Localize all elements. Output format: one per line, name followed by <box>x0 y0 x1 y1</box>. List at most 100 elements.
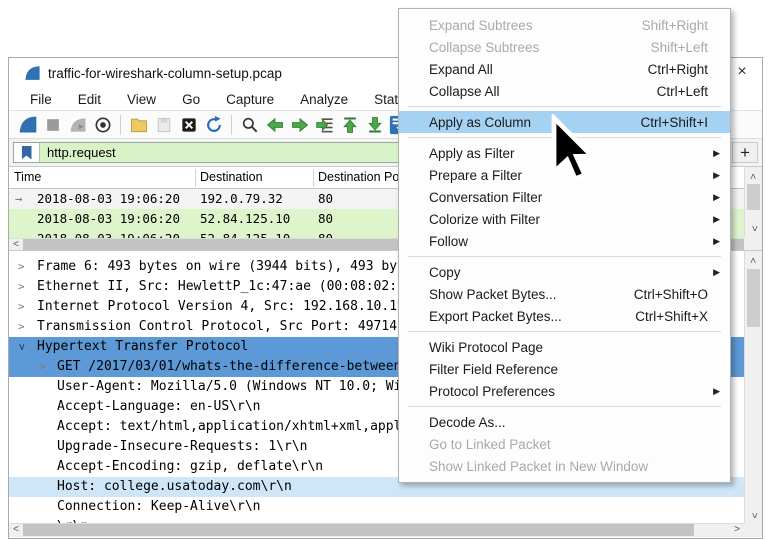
expand-chevron-icon[interactable]: > <box>18 277 25 297</box>
menu-item-shortcut: Ctrl+Shift+X <box>635 309 708 324</box>
menubar-capture[interactable]: Capture <box>213 92 287 107</box>
submenu-arrow-icon: ▶ <box>710 170 720 181</box>
menu-item-colorize-with-filter[interactable]: Colorize with Filter▶ <box>399 208 730 230</box>
menu-item-copy[interactable]: Copy▶ <box>399 261 730 283</box>
detail-text: User-Agent: Mozilla/5.0 (Windows NT 10.0… <box>57 379 409 394</box>
go-to-top-icon[interactable] <box>339 114 361 136</box>
menu-item-go-to-linked-packet: Go to Linked Packet <box>399 433 730 455</box>
detail-text: Transmission Control Protocol, Src Port:… <box>37 319 405 334</box>
menu-item-label: Copy <box>429 265 710 280</box>
menu-item-protocol-preferences[interactable]: Protocol Preferences▶ <box>399 380 730 402</box>
menu-item-show-packet-bytes[interactable]: Show Packet Bytes...Ctrl+Shift+O <box>399 283 730 305</box>
submenu-arrow-icon: ▶ <box>710 386 720 397</box>
column-header-destination[interactable]: Destination <box>200 170 263 184</box>
scroll-up-icon[interactable]: > <box>745 169 762 183</box>
scroll-down-icon[interactable]: > <box>745 508 762 522</box>
filter-value: http.request <box>40 145 116 160</box>
reload-icon[interactable] <box>203 114 225 136</box>
menubar-edit[interactable]: Edit <box>65 92 114 107</box>
details-hscrollbar[interactable]: < > <box>9 523 744 537</box>
menu-separator <box>408 256 721 257</box>
menubar-analyze[interactable]: Analyze <box>287 92 361 107</box>
menubar-file[interactable]: File <box>17 92 65 107</box>
go-back-icon[interactable] <box>264 114 286 136</box>
expand-chevron-icon[interactable]: > <box>18 297 25 317</box>
menu-item-shortcut: Ctrl+Shift+I <box>640 115 708 130</box>
menu-item-label: Follow <box>429 234 710 249</box>
menu-item-shortcut: Ctrl+Left <box>657 84 708 99</box>
find-packet-icon[interactable] <box>239 114 261 136</box>
menu-separator <box>408 106 721 107</box>
menu-item-label: Protocol Preferences <box>429 384 710 399</box>
column-divider[interactable] <box>195 169 196 187</box>
cell-destination: 52.84.125.10 <box>200 229 290 238</box>
go-forward-icon[interactable] <box>289 114 311 136</box>
vscroll-thumb[interactable] <box>747 184 760 210</box>
column-header-time[interactable]: Time <box>14 170 41 184</box>
packet-list-vscrollbar[interactable]: > > <box>744 167 762 237</box>
expand-chevron-icon[interactable]: > <box>18 317 25 337</box>
submenu-arrow-icon: ▶ <box>710 267 720 278</box>
menu-item-shortcut: Shift+Left <box>651 40 708 55</box>
window-title: traffic-for-wireshark-column-setup.pcap <box>48 66 282 81</box>
menu-item-label: Collapse Subtrees <box>429 40 651 55</box>
menu-item-expand-all[interactable]: Expand AllCtrl+Right <box>399 58 730 80</box>
cell-time: 2018-08-03 19:06:20 <box>37 229 180 238</box>
menu-separator <box>408 331 721 332</box>
mouse-cursor-icon <box>548 114 606 194</box>
menu-separator <box>408 406 721 407</box>
stop-capture-icon <box>42 114 64 136</box>
column-header-destination-port[interactable]: Destination Port <box>318 170 407 184</box>
menu-item-wiki-protocol-page[interactable]: Wiki Protocol Page <box>399 336 730 358</box>
scroll-up-icon[interactable]: > <box>745 253 762 267</box>
detail-text: Accept-Encoding: gzip, deflate\r\n <box>57 459 323 474</box>
expand-chevron-icon[interactable]: > <box>18 257 25 277</box>
cell-time: 2018-08-03 19:06:20 <box>37 189 180 209</box>
submenu-arrow-icon: ▶ <box>710 214 720 225</box>
menu-item-show-linked-packet-in-new-window: Show Linked Packet in New Window <box>399 455 730 477</box>
menu-item-label: Apply as Column <box>429 115 640 130</box>
menu-item-follow[interactable]: Follow▶ <box>399 230 730 252</box>
go-to-bottom-icon[interactable] <box>364 114 386 136</box>
menu-item-decode-as[interactable]: Decode As... <box>399 411 730 433</box>
close-file-icon[interactable] <box>178 114 200 136</box>
details-vscrollbar[interactable]: > > <box>744 251 762 524</box>
add-filter-button[interactable]: + <box>732 142 758 163</box>
cell-destination-port: 80 <box>318 229 333 238</box>
detail-text: GET /2017/03/01/whats-the-difference-bet… <box>57 359 409 374</box>
vscroll-thumb[interactable] <box>747 269 760 327</box>
menubar-view[interactable]: View <box>114 92 169 107</box>
menu-item-filter-field-reference[interactable]: Filter Field Reference <box>399 358 730 380</box>
close-window-icon[interactable]: × <box>733 62 751 82</box>
menu-item-export-packet-bytes[interactable]: Export Packet Bytes...Ctrl+Shift+X <box>399 305 730 327</box>
menu-item-shortcut: Ctrl+Shift+O <box>634 287 708 302</box>
menu-item-collapse-all[interactable]: Collapse AllCtrl+Left <box>399 80 730 102</box>
cell-destination: 192.0.79.32 <box>200 189 283 209</box>
column-divider[interactable] <box>313 169 314 187</box>
menu-item-label: Filter Field Reference <box>429 362 720 377</box>
toolbar-separator <box>231 115 232 135</box>
filter-bookmark-button[interactable] <box>14 143 40 162</box>
scroll-left-icon[interactable]: < <box>9 524 23 536</box>
detail-text: Host: college.usatoday.com\r\n <box>57 479 292 494</box>
scroll-left-icon[interactable]: < <box>9 239 23 250</box>
open-file-icon[interactable] <box>128 114 150 136</box>
scroll-down-icon[interactable]: > <box>745 221 762 235</box>
current-packet-arrow-icon: → <box>15 189 23 209</box>
scroll-right-icon[interactable]: > <box>730 524 744 536</box>
menubar-go[interactable]: Go <box>169 92 213 107</box>
capture-options-icon[interactable] <box>92 114 114 136</box>
detail-row[interactable]: Connection: Keep-Alive\r\n <box>9 497 744 517</box>
menu-item-label: Expand All <box>429 62 648 77</box>
hscroll-thumb[interactable] <box>23 524 694 536</box>
cell-destination-port: 80 <box>318 189 333 209</box>
submenu-arrow-icon: ▶ <box>710 192 720 203</box>
wireshark-fin-icon[interactable] <box>17 114 39 136</box>
go-to-packet-icon[interactable] <box>314 114 336 136</box>
collapse-chevron-icon[interactable]: > <box>11 344 31 351</box>
expand-chevron-icon[interactable]: > <box>39 357 46 377</box>
detail-text: Ethernet II, Src: HewlettP_1c:47:ae (00:… <box>37 279 413 294</box>
submenu-arrow-icon: ▶ <box>710 148 720 159</box>
submenu-arrow-icon: ▶ <box>710 236 720 247</box>
cell-destination-port: 80 <box>318 209 333 229</box>
